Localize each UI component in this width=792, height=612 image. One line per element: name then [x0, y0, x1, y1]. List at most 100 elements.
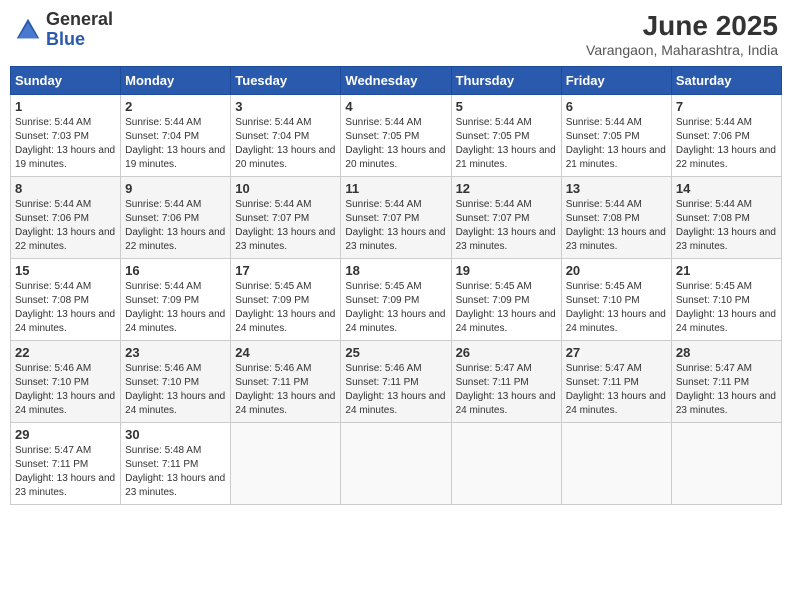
weekday-header-monday: Monday	[121, 67, 231, 95]
sunrise-label: Sunrise: 5:45 AM	[566, 281, 642, 292]
day-info: Sunrise: 5:47 AM Sunset: 7:11 PM Dayligh…	[15, 444, 116, 500]
day-info: Sunrise: 5:48 AM Sunset: 7:11 PM Dayligh…	[125, 444, 226, 500]
sunrise-label: Sunrise: 5:47 AM	[456, 363, 532, 374]
sunset-label: Sunset: 7:05 PM	[566, 131, 640, 142]
day-number: 9	[125, 181, 226, 196]
sunrise-label: Sunrise: 5:47 AM	[676, 363, 752, 374]
day-info: Sunrise: 5:44 AM Sunset: 7:07 PM Dayligh…	[235, 198, 336, 254]
sunset-label: Sunset: 7:07 PM	[235, 213, 309, 224]
day-number: 15	[15, 263, 116, 278]
weekday-header-sunday: Sunday	[11, 67, 121, 95]
logo-general-text: General	[46, 10, 113, 30]
sunset-label: Sunset: 7:05 PM	[345, 131, 419, 142]
sunrise-label: Sunrise: 5:44 AM	[125, 199, 201, 210]
calendar-week-2: 8 Sunrise: 5:44 AM Sunset: 7:06 PM Dayli…	[11, 177, 782, 259]
calendar-cell: 26 Sunrise: 5:47 AM Sunset: 7:11 PM Dayl…	[451, 341, 561, 423]
day-number: 12	[456, 181, 557, 196]
day-number: 25	[345, 345, 446, 360]
calendar-cell: 16 Sunrise: 5:44 AM Sunset: 7:09 PM Dayl…	[121, 259, 231, 341]
sunrise-label: Sunrise: 5:46 AM	[15, 363, 91, 374]
sunrise-label: Sunrise: 5:47 AM	[15, 445, 91, 456]
day-info: Sunrise: 5:44 AM Sunset: 7:08 PM Dayligh…	[566, 198, 667, 254]
calendar-cell: 10 Sunrise: 5:44 AM Sunset: 7:07 PM Dayl…	[231, 177, 341, 259]
sunrise-label: Sunrise: 5:44 AM	[125, 117, 201, 128]
weekday-header-wednesday: Wednesday	[341, 67, 451, 95]
calendar-cell	[671, 423, 781, 505]
day-number: 23	[125, 345, 226, 360]
day-info: Sunrise: 5:45 AM Sunset: 7:09 PM Dayligh…	[235, 280, 336, 336]
calendar-cell: 2 Sunrise: 5:44 AM Sunset: 7:04 PM Dayli…	[121, 95, 231, 177]
day-info: Sunrise: 5:45 AM Sunset: 7:09 PM Dayligh…	[456, 280, 557, 336]
weekday-header-tuesday: Tuesday	[231, 67, 341, 95]
sunrise-label: Sunrise: 5:44 AM	[456, 199, 532, 210]
day-number: 28	[676, 345, 777, 360]
calendar-cell	[561, 423, 671, 505]
sunset-label: Sunset: 7:09 PM	[345, 295, 419, 306]
logo: General Blue	[14, 10, 113, 50]
daylight-label: Daylight: 13 hours and 23 minutes.	[235, 227, 335, 252]
daylight-label: Daylight: 13 hours and 24 minutes.	[566, 391, 666, 416]
calendar-cell: 21 Sunrise: 5:45 AM Sunset: 7:10 PM Dayl…	[671, 259, 781, 341]
daylight-label: Daylight: 13 hours and 20 minutes.	[235, 145, 335, 170]
calendar-cell: 12 Sunrise: 5:44 AM Sunset: 7:07 PM Dayl…	[451, 177, 561, 259]
day-number: 24	[235, 345, 336, 360]
day-number: 7	[676, 99, 777, 114]
day-info: Sunrise: 5:44 AM Sunset: 7:06 PM Dayligh…	[676, 116, 777, 172]
sunrise-label: Sunrise: 5:44 AM	[345, 199, 421, 210]
sunset-label: Sunset: 7:09 PM	[235, 295, 309, 306]
month-year-title: June 2025	[586, 10, 778, 42]
day-info: Sunrise: 5:44 AM Sunset: 7:05 PM Dayligh…	[456, 116, 557, 172]
weekday-header-friday: Friday	[561, 67, 671, 95]
day-number: 1	[15, 99, 116, 114]
daylight-label: Daylight: 13 hours and 19 minutes.	[15, 145, 115, 170]
sunset-label: Sunset: 7:11 PM	[456, 377, 529, 388]
day-info: Sunrise: 5:44 AM Sunset: 7:06 PM Dayligh…	[125, 198, 226, 254]
daylight-label: Daylight: 13 hours and 24 minutes.	[235, 391, 335, 416]
day-info: Sunrise: 5:44 AM Sunset: 7:06 PM Dayligh…	[15, 198, 116, 254]
calendar-cell	[231, 423, 341, 505]
sunset-label: Sunset: 7:10 PM	[676, 295, 750, 306]
sunrise-label: Sunrise: 5:44 AM	[15, 281, 91, 292]
calendar-week-1: 1 Sunrise: 5:44 AM Sunset: 7:03 PM Dayli…	[11, 95, 782, 177]
calendar-cell: 15 Sunrise: 5:44 AM Sunset: 7:08 PM Dayl…	[11, 259, 121, 341]
calendar-cell: 1 Sunrise: 5:44 AM Sunset: 7:03 PM Dayli…	[11, 95, 121, 177]
daylight-label: Daylight: 13 hours and 24 minutes.	[125, 391, 225, 416]
day-info: Sunrise: 5:47 AM Sunset: 7:11 PM Dayligh…	[566, 362, 667, 418]
sunset-label: Sunset: 7:11 PM	[15, 459, 88, 470]
day-number: 17	[235, 263, 336, 278]
sunset-label: Sunset: 7:06 PM	[676, 131, 750, 142]
logo-blue-text: Blue	[46, 30, 113, 50]
calendar-cell: 4 Sunrise: 5:44 AM Sunset: 7:05 PM Dayli…	[341, 95, 451, 177]
daylight-label: Daylight: 13 hours and 23 minutes.	[345, 227, 445, 252]
sunrise-label: Sunrise: 5:44 AM	[676, 199, 752, 210]
day-number: 16	[125, 263, 226, 278]
day-info: Sunrise: 5:44 AM Sunset: 7:09 PM Dayligh…	[125, 280, 226, 336]
day-info: Sunrise: 5:44 AM Sunset: 7:05 PM Dayligh…	[345, 116, 446, 172]
calendar-cell: 25 Sunrise: 5:46 AM Sunset: 7:11 PM Dayl…	[341, 341, 451, 423]
daylight-label: Daylight: 13 hours and 22 minutes.	[676, 145, 776, 170]
day-number: 3	[235, 99, 336, 114]
day-info: Sunrise: 5:44 AM Sunset: 7:03 PM Dayligh…	[15, 116, 116, 172]
day-number: 13	[566, 181, 667, 196]
day-info: Sunrise: 5:46 AM Sunset: 7:10 PM Dayligh…	[15, 362, 116, 418]
calendar-week-3: 15 Sunrise: 5:44 AM Sunset: 7:08 PM Dayl…	[11, 259, 782, 341]
day-info: Sunrise: 5:46 AM Sunset: 7:11 PM Dayligh…	[235, 362, 336, 418]
sunrise-label: Sunrise: 5:44 AM	[456, 117, 532, 128]
calendar-cell: 7 Sunrise: 5:44 AM Sunset: 7:06 PM Dayli…	[671, 95, 781, 177]
day-info: Sunrise: 5:47 AM Sunset: 7:11 PM Dayligh…	[676, 362, 777, 418]
sunrise-label: Sunrise: 5:46 AM	[345, 363, 421, 374]
daylight-label: Daylight: 13 hours and 24 minutes.	[345, 309, 445, 334]
day-number: 6	[566, 99, 667, 114]
calendar-cell: 23 Sunrise: 5:46 AM Sunset: 7:10 PM Dayl…	[121, 341, 231, 423]
calendar-cell: 28 Sunrise: 5:47 AM Sunset: 7:11 PM Dayl…	[671, 341, 781, 423]
sunrise-label: Sunrise: 5:44 AM	[235, 199, 311, 210]
day-info: Sunrise: 5:44 AM Sunset: 7:07 PM Dayligh…	[345, 198, 446, 254]
sunrise-label: Sunrise: 5:44 AM	[125, 281, 201, 292]
daylight-label: Daylight: 13 hours and 19 minutes.	[125, 145, 225, 170]
calendar-cell: 5 Sunrise: 5:44 AM Sunset: 7:05 PM Dayli…	[451, 95, 561, 177]
day-number: 18	[345, 263, 446, 278]
calendar-cell: 11 Sunrise: 5:44 AM Sunset: 7:07 PM Dayl…	[341, 177, 451, 259]
day-number: 4	[345, 99, 446, 114]
calendar-cell: 27 Sunrise: 5:47 AM Sunset: 7:11 PM Dayl…	[561, 341, 671, 423]
sunrise-label: Sunrise: 5:46 AM	[125, 363, 201, 374]
